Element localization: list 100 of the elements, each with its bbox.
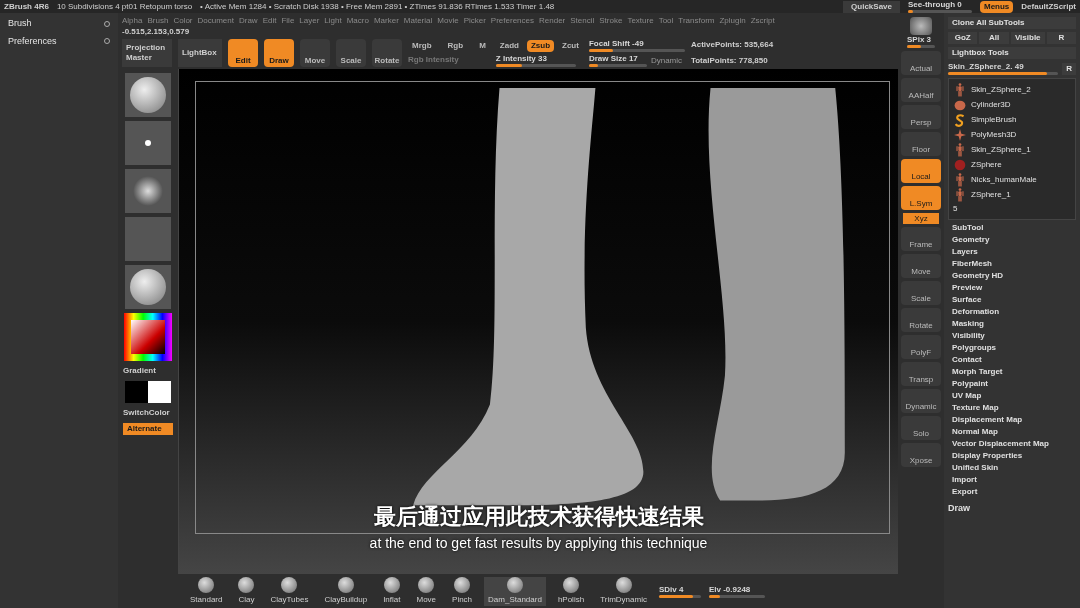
main-color-swatch[interactable] <box>125 381 148 403</box>
brush-button[interactable]: Dam_Standard <box>484 576 546 606</box>
view-tool-button[interactable]: Scale <box>901 281 941 305</box>
view-tool-button[interactable]: Dynamic <box>901 389 941 413</box>
menu-item[interactable]: Brush <box>147 15 169 26</box>
palette-section[interactable]: Masking <box>952 319 1076 329</box>
menu-item[interactable]: Picker <box>463 15 486 26</box>
menu-item[interactable]: Light <box>324 15 342 26</box>
menus-button[interactable]: Menus <box>980 0 1014 13</box>
material-thumbnail[interactable] <box>125 169 171 213</box>
tool-thumbnail[interactable]: Skin_ZSphere_1 <box>953 143 1071 157</box>
slider-track[interactable] <box>908 10 972 13</box>
menu-item[interactable]: Stroke <box>599 15 623 26</box>
lightbox-button[interactable]: LightBox <box>178 39 222 67</box>
menu-item[interactable]: Tool <box>658 15 674 26</box>
menu-item[interactable]: Material <box>403 15 433 26</box>
view-tool-button[interactable]: Actual <box>901 51 941 75</box>
palette-section[interactable]: Polygroups <box>952 343 1076 353</box>
goz-button[interactable]: GoZ <box>948 32 978 44</box>
slider-track[interactable] <box>708 594 765 598</box>
palette-section[interactable]: Preview <box>952 283 1076 293</box>
material-thumbnail[interactable] <box>125 73 171 117</box>
menu-item[interactable]: Alpha <box>122 15 143 26</box>
palette-header[interactable]: Brush <box>4 17 114 31</box>
menu-item[interactable]: Preferences <box>490 15 534 26</box>
brush-button[interactable]: Inflat <box>379 576 405 606</box>
palette-section[interactable]: Morph Target <box>952 367 1076 377</box>
palette-section[interactable]: Geometry <box>952 235 1076 245</box>
projection-master-button[interactable]: Projection Master <box>122 39 172 67</box>
menu-item[interactable]: Zplugin <box>719 15 746 26</box>
menu-item[interactable]: Stencil <box>570 15 595 26</box>
material-thumbnail[interactable] <box>125 217 171 261</box>
palette-section[interactable]: Import <box>952 475 1076 485</box>
slider-track[interactable] <box>495 63 576 67</box>
tool-thumbnail[interactable]: ZSphere_1 <box>953 188 1071 202</box>
view-tool-button[interactable]: Floor <box>901 132 941 156</box>
axis-button[interactable]: Xyz <box>903 213 939 224</box>
brush-button[interactable]: ClayTubes <box>266 576 313 606</box>
brush-button[interactable]: ClayBuildup <box>320 576 372 606</box>
slider-track[interactable] <box>588 49 685 52</box>
menu-item[interactable]: Document <box>197 15 234 26</box>
lightbox-tools-button[interactable]: Lightbox Tools <box>948 47 1076 59</box>
palette-section[interactable]: Layers <box>952 247 1076 257</box>
brush-button[interactable]: TrimDynamic <box>596 576 651 606</box>
material-thumbnail[interactable] <box>125 121 171 165</box>
palette-section[interactable]: Unified Skin <box>952 463 1076 473</box>
palette-section[interactable]: Visibility <box>952 331 1076 341</box>
brush-button[interactable]: Clay <box>234 576 259 606</box>
color-mode-button[interactable]: Rgb <box>443 40 468 52</box>
brush-button[interactable]: Pinch <box>448 576 477 606</box>
menu-item[interactable]: Macro <box>346 15 369 26</box>
color-mode-button[interactable]: M <box>475 40 490 52</box>
tool-thumbnail[interactable]: ZSphere <box>953 158 1071 172</box>
palette-section[interactable]: Contact <box>952 355 1076 365</box>
z-mode-button[interactable]: Zsub <box>526 39 554 52</box>
draw-palette-header[interactable]: Draw <box>948 502 1076 516</box>
mode-button[interactable]: Rotate <box>372 39 402 67</box>
menu-item[interactable]: Render <box>539 15 566 26</box>
alternate-button[interactable]: Alternate <box>123 423 173 435</box>
view-tool-button[interactable]: L.Sym <box>901 186 941 210</box>
view-tool-button[interactable]: PolyF <box>901 335 941 359</box>
menu-item[interactable]: Transform <box>678 15 715 26</box>
brush-button[interactable]: Standard <box>186 576 227 606</box>
brush-button[interactable]: Move <box>412 576 441 606</box>
palette-section[interactable]: SubTool <box>952 223 1076 233</box>
clone-subtools-button[interactable]: Clone All SubTools <box>948 17 1076 29</box>
palette-section[interactable]: Geometry HD <box>952 271 1076 281</box>
mode-button[interactable]: Scale <box>336 39 366 67</box>
palette-section[interactable]: Export <box>952 487 1076 497</box>
palette-header[interactable]: Preferences <box>4 34 114 48</box>
mode-button[interactable]: Move <box>300 39 330 67</box>
view-tool-button[interactable]: Transp <box>901 362 941 386</box>
menu-item[interactable]: File <box>281 15 295 26</box>
viewport[interactable]: 最后通过应用此技术获得快速结果 at the end to get fast results by applying this technique <box>178 69 898 574</box>
switch-color-label[interactable]: SwitchColor <box>123 407 170 419</box>
slider-track[interactable] <box>907 45 935 48</box>
goz-button[interactable]: Visible <box>1010 32 1045 44</box>
tool-thumbnail[interactable]: Cylinder3D <box>953 98 1071 112</box>
sphere-thumbnail[interactable] <box>910 17 932 35</box>
menu-item[interactable]: Movie <box>437 15 459 26</box>
color-picker[interactable] <box>124 313 172 361</box>
tool-thumbnail[interactable]: SimpleBrush <box>953 113 1071 127</box>
tool-thumbnail[interactable]: Nicks_humanMale <box>953 173 1071 187</box>
view-tool-button[interactable]: Xpose <box>901 443 941 467</box>
view-tool-button[interactable]: Local <box>901 159 941 183</box>
menu-item[interactable]: Edit <box>262 15 277 26</box>
view-tool-button[interactable]: Rotate <box>901 308 941 332</box>
menu-item[interactable]: Draw <box>238 15 258 26</box>
mode-button[interactable]: Edit <box>228 39 258 67</box>
palette-section[interactable]: Polypaint <box>952 379 1076 389</box>
menu-item[interactable]: Color <box>173 15 193 26</box>
r-button[interactable]: R <box>1062 63 1076 75</box>
color-mode-button[interactable]: Mrgb <box>408 40 436 52</box>
z-mode-button[interactable]: Zcut <box>558 39 583 52</box>
menu-item[interactable]: Layer <box>299 15 320 26</box>
tool-thumbnail[interactable]: Skin_ZSphere_2 <box>953 83 1071 97</box>
slider-track[interactable] <box>588 64 647 67</box>
gradient-label[interactable]: Gradient <box>123 365 156 377</box>
menu-item[interactable]: Texture <box>627 15 654 26</box>
palette-section[interactable]: Surface <box>952 295 1076 305</box>
